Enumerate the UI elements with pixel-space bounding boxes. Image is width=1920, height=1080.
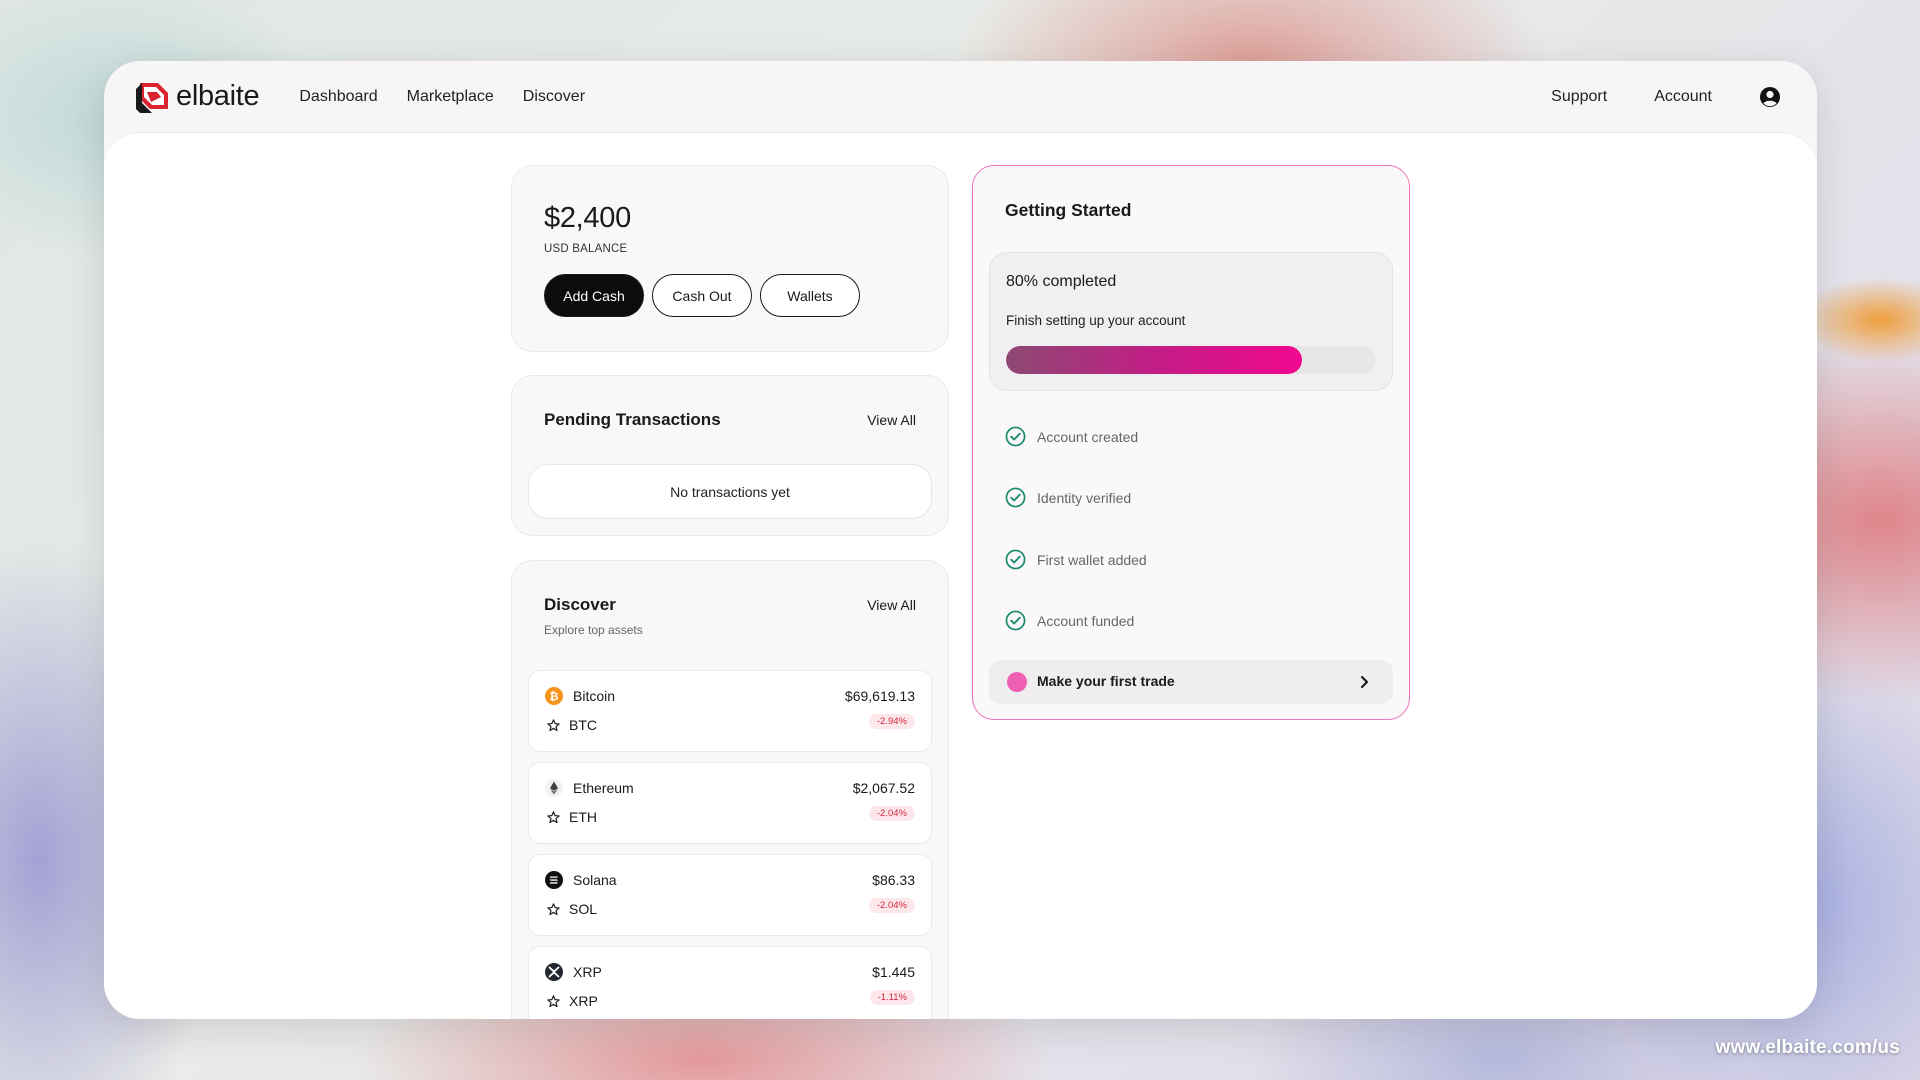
progress-bar-fill <box>1006 346 1302 374</box>
main-content: $2,400 USD BALANCE Add Cash Cash Out Wal… <box>104 132 1817 1019</box>
asset-price: $69,619.13 <box>844 688 915 704</box>
ethereum-icon <box>545 779 563 797</box>
discover-card: Discover View All Explore top assets ₿ B… <box>511 560 949 1019</box>
primary-nav: Dashboard Marketplace Discover <box>299 88 585 106</box>
brand-logo[interactable]: elbaite <box>134 79 260 115</box>
svg-text:₿: ₿ <box>550 690 559 703</box>
solana-icon <box>545 871 563 889</box>
asset-row-solana[interactable]: Solana SOL $86.33 -2.04% <box>528 854 932 936</box>
asset-price: $86.33 <box>872 872 915 888</box>
step-identity-verified: Identity verified <box>1005 487 1131 508</box>
asset-change-badge: -2.04% <box>868 806 915 821</box>
step-label: First wallet added <box>1037 551 1147 568</box>
star-icon[interactable] <box>546 718 561 733</box>
asset-symbol: ETH <box>569 809 597 825</box>
nav-account-link[interactable]: Account <box>1654 88 1712 106</box>
asset-price: $1.445 <box>872 964 915 980</box>
user-circle-icon[interactable] <box>1759 86 1781 108</box>
check-circle-icon <box>1005 610 1026 631</box>
step-label: Account funded <box>1037 612 1135 629</box>
app-window: elbaite Dashboard Marketplace Discover S… <box>104 61 1817 1019</box>
nav-support-link[interactable]: Support <box>1551 88 1607 106</box>
check-circle-icon <box>1005 549 1026 570</box>
balance-card: $2,400 USD BALANCE Add Cash Cash Out Wal… <box>511 165 949 352</box>
add-cash-button[interactable]: Add Cash <box>544 274 644 317</box>
step-account-created: Account created <box>1005 426 1138 447</box>
nav-discover-link[interactable]: Discover <box>523 88 585 106</box>
progress-description: Finish setting up your account <box>1006 313 1186 328</box>
setup-progress-panel: 80% completed Finish setting up your acc… <box>989 252 1393 391</box>
step-label: Account created <box>1037 428 1139 445</box>
asset-row-bitcoin[interactable]: ₿ Bitcoin BTC $69,619.13 -2.94% <box>528 670 932 752</box>
getting-started-title: Getting Started <box>1005 200 1132 220</box>
step-account-funded: Account funded <box>1005 610 1134 631</box>
pending-step-dot-icon <box>1007 672 1027 692</box>
check-circle-icon <box>1005 426 1026 447</box>
bitcoin-icon: ₿ <box>545 687 563 705</box>
progress-percent-text: 80% completed <box>1006 273 1117 290</box>
next-step-label: Make your first trade <box>1037 673 1175 689</box>
top-navigation-bar: elbaite Dashboard Marketplace Discover S… <box>104 61 1817 132</box>
discover-title: Discover <box>544 595 616 614</box>
chevron-right-icon <box>1361 676 1368 688</box>
balance-amount: $2,400 <box>544 202 631 234</box>
secondary-nav: Support Account <box>1551 86 1781 108</box>
next-step-make-first-trade[interactable]: Make your first trade <box>989 660 1393 704</box>
check-circle-icon <box>1005 487 1026 508</box>
asset-change-badge: -2.04% <box>868 898 915 913</box>
xrp-icon <box>545 963 563 981</box>
asset-symbol: SOL <box>569 901 598 917</box>
asset-symbol: BTC <box>569 717 597 733</box>
star-icon[interactable] <box>546 902 561 917</box>
progress-bar <box>1006 346 1376 374</box>
asset-change-badge: -2.94% <box>868 714 915 729</box>
asset-name: Bitcoin <box>573 688 616 704</box>
step-first-wallet-added: First wallet added <box>1005 549 1147 570</box>
asset-name: XRP <box>573 964 602 980</box>
asset-name: Solana <box>573 872 617 888</box>
pending-view-all-link[interactable]: View All <box>867 412 916 428</box>
balance-label: USD BALANCE <box>544 243 628 255</box>
discover-view-all-link[interactable]: View All <box>867 597 916 613</box>
footer-url: www.elbaite.com/us <box>1715 1037 1900 1058</box>
asset-symbol: XRP <box>569 993 598 1009</box>
getting-started-card: Getting Started 80% completed Finish set… <box>972 165 1410 720</box>
step-label: Identity verified <box>1037 489 1132 506</box>
brand-name: elbaite <box>176 80 260 112</box>
asset-name: Ethereum <box>573 780 634 796</box>
star-icon[interactable] <box>546 810 561 825</box>
pending-empty-state: No transactions yet <box>528 464 932 519</box>
asset-row-ethereum[interactable]: Ethereum ETH $2,067.52 -2.04% <box>528 762 932 844</box>
cash-out-button[interactable]: Cash Out <box>652 274 752 317</box>
pending-transactions-card: Pending Transactions View All No transac… <box>511 375 949 536</box>
asset-row-xrp[interactable]: XRP XRP $1.445 -1.11% <box>528 946 932 1019</box>
balance-actions: Add Cash Cash Out Wallets <box>544 274 860 317</box>
discover-subtitle: Explore top assets <box>544 623 643 637</box>
star-icon[interactable] <box>546 994 561 1009</box>
wallets-button[interactable]: Wallets <box>760 274 860 317</box>
asset-price: $2,067.52 <box>852 780 915 796</box>
nav-marketplace-link[interactable]: Marketplace <box>407 88 494 106</box>
elbaite-logo-icon <box>136 82 168 113</box>
nav-dashboard-link[interactable]: Dashboard <box>299 88 377 106</box>
pending-transactions-title: Pending Transactions <box>544 410 721 429</box>
asset-change-badge: -1.11% <box>869 990 915 1005</box>
